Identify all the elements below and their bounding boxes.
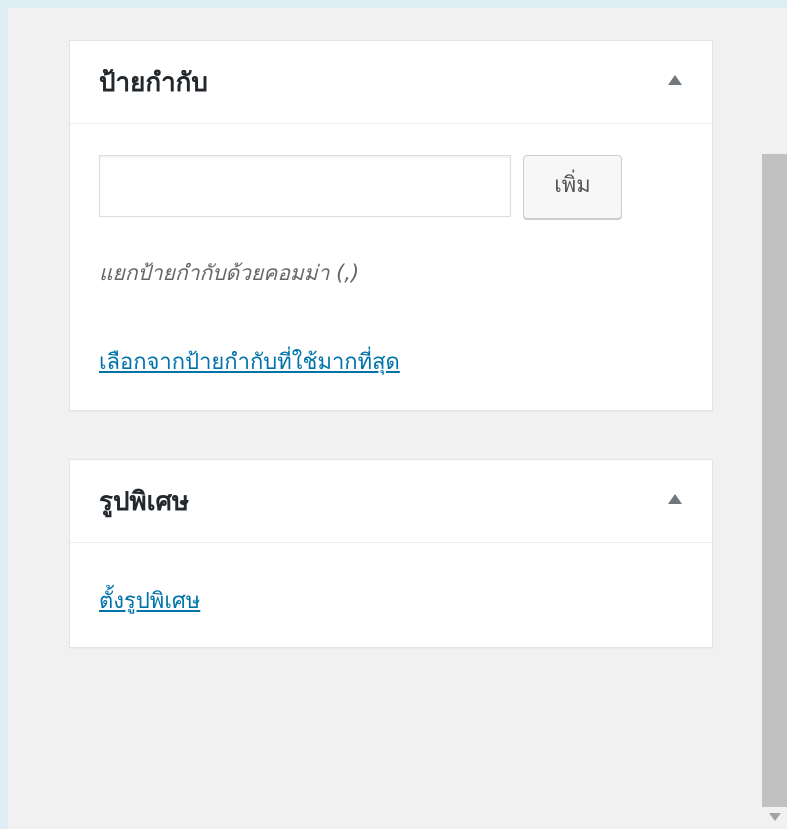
collapse-toggle-icon[interactable] (668, 75, 682, 85)
set-featured-image-link[interactable]: ตั้งรูปพิเศษ (99, 583, 200, 618)
featured-image-metabox: รูปพิเศษ ตั้งรูปพิเศษ (69, 459, 713, 648)
add-tag-button[interactable]: เพิ่ม (523, 155, 622, 219)
tags-metabox-title: ป้ายกำกับ (99, 68, 208, 98)
tag-separator-hint: แยกป้ายกำกับด้วยคอมม่า (,) (99, 261, 360, 285)
new-tag-input[interactable] (99, 155, 511, 217)
collapse-toggle-icon[interactable] (668, 494, 682, 504)
tags-metabox-header[interactable]: ป้ายกำกับ (70, 41, 712, 124)
scrollbar-thumb[interactable] (762, 154, 787, 807)
featured-image-metabox-title: รูปพิเศษ (99, 487, 190, 517)
scroll-down-arrow-icon[interactable] (769, 813, 781, 821)
choose-popular-tags-link[interactable]: เลือกจากป้ายกำกับที่ใช้มากที่สุด (99, 344, 400, 379)
tags-metabox: ป้ายกำกับ เพิ่ม แยกป้ายกำกับด้วยคอมม่า (… (69, 40, 713, 411)
featured-image-metabox-header[interactable]: รูปพิเศษ (70, 460, 712, 543)
